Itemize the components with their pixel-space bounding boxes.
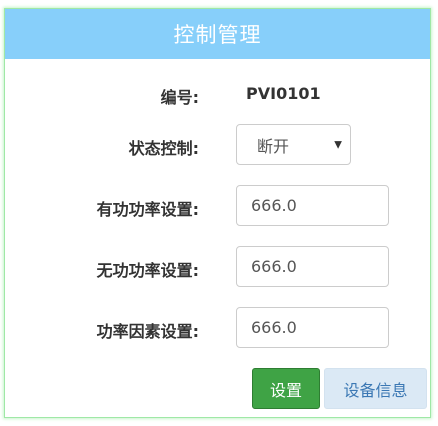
active-power-value: 666.0 [251, 196, 297, 215]
reactive-power-value: 666.0 [251, 257, 297, 276]
device-info-button[interactable]: 设备信息 [324, 368, 427, 409]
status-select[interactable]: 断开 ▼ [236, 124, 351, 165]
status-selected-value: 断开 [257, 136, 290, 156]
control-panel: 控制管理 编号: PVI0101 状态控制: 断开 ▼ 有功功率设置: 666.… [4, 8, 431, 418]
reactive-power-label: 无功功率设置: [96, 261, 199, 280]
id-value: PVI0101 [246, 84, 321, 103]
panel-title: 控制管理 [173, 23, 262, 47]
power-factor-label: 功率因素设置: [96, 322, 199, 341]
power-factor-value: 666.0 [251, 318, 297, 337]
power-factor-input[interactable]: 666.0 [236, 307, 389, 348]
active-power-input[interactable]: 666.0 [236, 185, 389, 226]
reactive-power-input[interactable]: 666.0 [236, 246, 389, 287]
status-label: 状态控制: [128, 139, 199, 158]
active-power-label: 有功功率设置: [96, 200, 199, 219]
id-label: 编号: [160, 88, 199, 107]
panel-header: 控制管理 [5, 9, 430, 59]
caret-down-icon: ▼ [334, 139, 342, 150]
set-button[interactable]: 设置 [252, 368, 320, 409]
